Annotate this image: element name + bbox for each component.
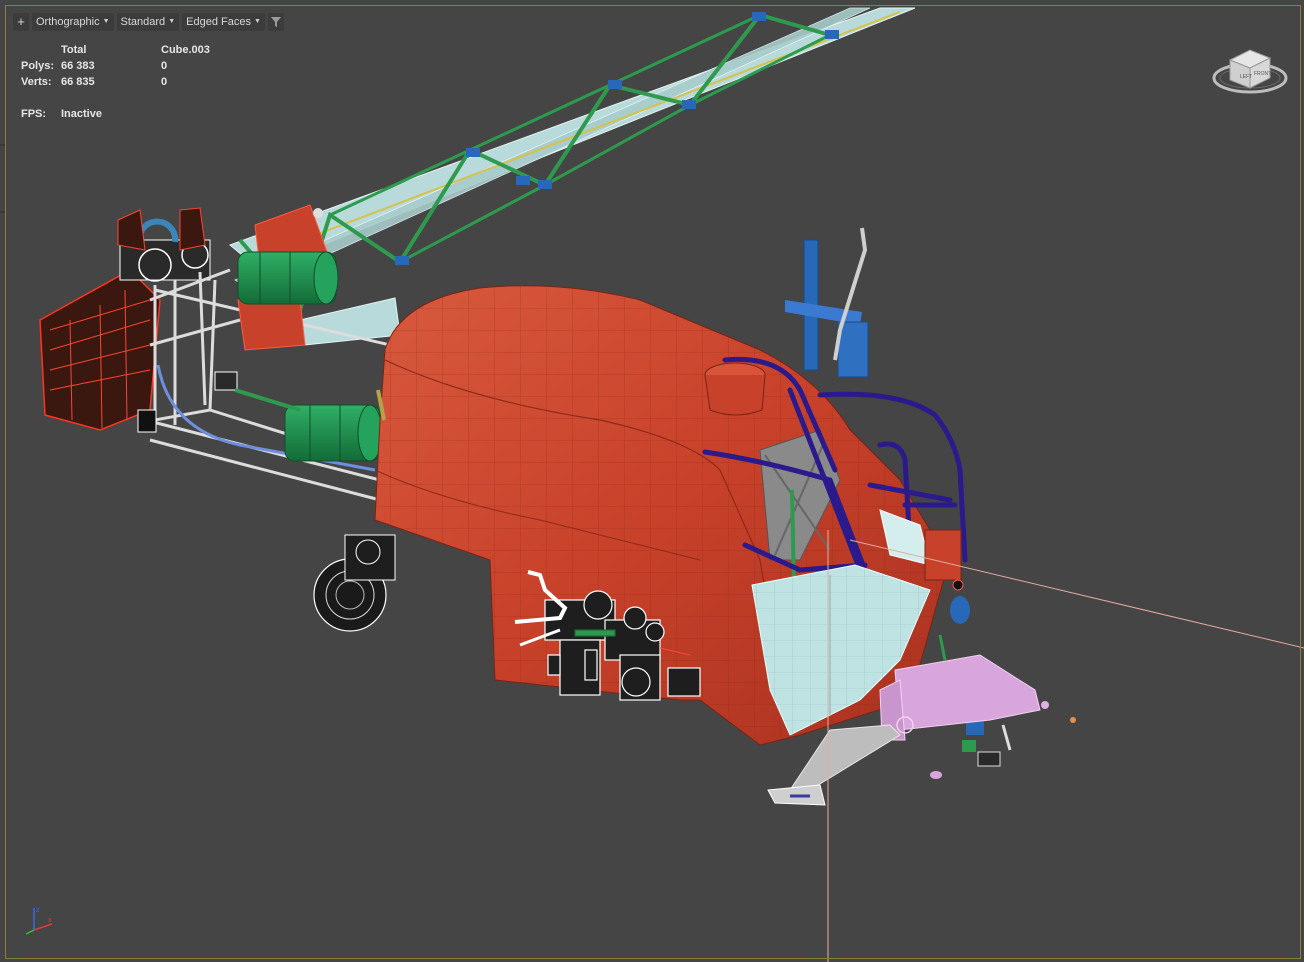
svg-text:z: z (36, 907, 40, 914)
green-tank-lower[interactable] (284, 404, 383, 462)
stats-col-total: Total (61, 44, 87, 56)
seat-post[interactable] (785, 227, 869, 378)
shading-label: Standard (120, 16, 166, 28)
viewcube[interactable]: LEFT FRONT (1212, 40, 1290, 98)
display-mode-dropdown[interactable]: Edged Faces ▼ (182, 13, 265, 31)
viewcube-left-label: LEFT (1240, 74, 1252, 80)
view-type-label: Orthographic (36, 16, 100, 28)
verts-total: 66 835 (61, 76, 95, 88)
verts-label: Verts: (21, 76, 52, 88)
triangle-down-icon: ▼ (102, 18, 110, 25)
view-type-dropdown[interactable]: Orthographic ▼ (32, 13, 114, 31)
verts-object: 0 (161, 76, 168, 88)
filter-button[interactable] (267, 13, 284, 31)
svg-text:x: x (48, 917, 52, 924)
polys-label: Polys: (21, 60, 55, 72)
polys-object: 0 (161, 60, 168, 72)
plus-label: + (17, 14, 25, 29)
fps-value: Inactive (61, 108, 102, 120)
funnel-icon (270, 17, 281, 27)
display-mode-label: Edged Faces (186, 16, 251, 28)
viewport-toolbar: + Orthographic ▼ Standard ▼ Edged Faces … (13, 12, 284, 32)
scene-canvas[interactable] (0, 0, 1304, 962)
viewcube-front-label: FRONT (1254, 71, 1271, 77)
polys-total: 66 383 (61, 60, 95, 72)
green-tank-upper[interactable] (237, 251, 339, 305)
stats-col-object: Cube.003 (161, 44, 210, 56)
wheel-wireframe[interactable] (313, 534, 396, 632)
triangle-down-icon: ▼ (253, 18, 261, 25)
shading-dropdown[interactable]: Standard ▼ (116, 13, 180, 31)
triangle-down-icon: ▼ (168, 18, 176, 25)
viewport-menu-button[interactable]: + (13, 13, 29, 31)
axis-gizmo-icon: z x (25, 907, 53, 935)
fps-label: FPS: (21, 108, 47, 120)
viewport[interactable]: + Orthographic ▼ Standard ▼ Edged Faces … (0, 0, 1304, 962)
